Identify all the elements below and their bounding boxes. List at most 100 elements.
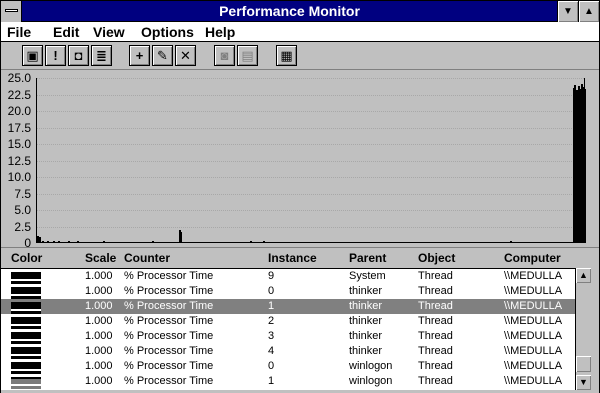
menu-file[interactable]: File (7, 24, 31, 40)
legend-scale: 1.000 (85, 375, 113, 387)
y-tick-label: 15.0 (7, 137, 31, 151)
legend-instance: 2 (268, 315, 275, 327)
legend-computer: \\MEDULLA (504, 315, 563, 327)
add-counter-button[interactable]: + (129, 45, 150, 66)
menu-options[interactable]: Options (141, 24, 194, 40)
log-view-button[interactable]: ◘ (68, 45, 89, 66)
legend-scale: 1.000 (85, 315, 113, 327)
legend-counter: % Processor Time (124, 330, 214, 342)
scroll-down-button[interactable]: ▼ (576, 375, 591, 390)
legend-color-swatch (11, 287, 41, 296)
legend-header-color: Color (11, 251, 43, 265)
gridline (37, 226, 584, 228)
log-view-icon: ◘ (74, 48, 83, 63)
legend-scrollbar[interactable]: ▲ ▼ (575, 268, 591, 390)
options-icon: ▦ (280, 48, 293, 63)
report-view-icon: ≣ (96, 48, 107, 63)
title-bar[interactable]: Performance Monitor ▼ ▲ (1, 1, 599, 22)
maximize-button[interactable]: ▲ (578, 1, 599, 22)
chart-view-icon: ▣ (26, 48, 39, 63)
legend-header-computer: Computer (504, 251, 561, 265)
legend-header-parent: Parent (349, 251, 387, 265)
chart-plot (36, 78, 587, 243)
legend-object: Thread (418, 375, 453, 387)
legend-row[interactable]: 1.000 % Processor Time 0 winlogon Thread \\ME… (1, 359, 575, 374)
legend-instance: 1 (268, 300, 275, 312)
update-now-button[interactable]: ◙ (214, 45, 235, 66)
legend-scale: 1.000 (85, 285, 113, 297)
minimize-button[interactable]: ▼ (557, 1, 578, 22)
chart-area: 25.0 22.5 20.0 17.5 15.0 12.5 10.0 7.5 5.0 2.5 0 (1, 70, 599, 249)
y-tick-label: 5.0 (14, 203, 31, 217)
alert-view-button[interactable]: ! (45, 45, 66, 66)
gridline (37, 127, 584, 129)
delete-counter-button[interactable]: ✕ (175, 45, 196, 66)
system-menu-icon (5, 9, 18, 12)
legend-row[interactable]: 1.000 % Processor Time 1 winlogon Thread \\ME… (1, 374, 575, 389)
menu-bar: File Edit View Options Help (1, 22, 599, 42)
legend-color-swatch (11, 302, 41, 311)
legend-color-swatch (11, 377, 41, 386)
gridline (37, 111, 584, 112)
alert-view-icon: ! (53, 48, 58, 63)
legend-instance: 9 (268, 270, 275, 282)
legend-row[interactable]: 1.000 % Processor Time 4 thinker Thread \\MED… (1, 344, 575, 359)
edit-counter-icon: ✎ (157, 48, 168, 63)
y-tick-label: 12.5 (7, 153, 31, 168)
report-view-button[interactable]: ≣ (91, 45, 112, 66)
y-tick-label: 25.0 (7, 71, 31, 85)
legend-counter: % Processor Time (124, 285, 214, 297)
legend-color-swatch (11, 317, 41, 326)
y-tick-label: 22.5 (7, 87, 31, 102)
legend-row[interactable]: 1.000 % Processor Time 2 thinker Thread \\MED… (1, 314, 575, 329)
legend-header-instance: Instance (268, 251, 317, 265)
menu-help[interactable]: Help (205, 24, 235, 40)
menu-edit[interactable]: Edit (53, 24, 79, 40)
menu-view[interactable]: View (93, 24, 125, 40)
legend-row[interactable]: 1.000 % Processor Time 3 thinker Thread \\MED… (1, 329, 575, 344)
gridline (37, 144, 584, 145)
scroll-up-button[interactable]: ▲ (576, 268, 591, 283)
legend-object: Thread (418, 330, 453, 342)
legend-parent: thinker (349, 300, 383, 312)
y-tick-label: 10.0 (7, 170, 31, 184)
toolbar: ▣ ! ◘ ≣ + ✎ ✕ ◙ ▤ ▦ (1, 42, 599, 70)
update-now-icon: ◙ (220, 48, 229, 63)
y-tick-label: 17.5 (7, 120, 31, 135)
legend-counter: % Processor Time (124, 375, 214, 387)
y-tick-label: 20.0 (7, 104, 31, 118)
legend-computer: \\MEDULLA (504, 375, 563, 387)
legend-header-counter: Counter (124, 251, 170, 265)
legend-object: Thread (418, 285, 453, 297)
legend-color-swatch (11, 347, 41, 356)
gridline (37, 94, 584, 96)
window-title: Performance Monitor (219, 3, 360, 19)
legend-computer: \\MEDULLA (504, 330, 563, 342)
options-button[interactable]: ▦ (276, 45, 297, 66)
delete-counter-icon: ✕ (180, 48, 191, 63)
legend-computer: \\MEDULLA (504, 285, 563, 297)
legend-parent: thinker (349, 315, 383, 327)
gridline (37, 160, 584, 162)
add-counter-icon: + (135, 48, 144, 63)
legend-row[interactable]: 1.000 % Processor Time 9 System Thread \\MEDU… (1, 269, 575, 284)
legend-computer: \\MEDULLA (504, 345, 563, 357)
legend-object: Thread (418, 270, 453, 282)
edit-counter-button[interactable]: ✎ (152, 45, 173, 66)
legend-instance: 3 (268, 330, 275, 342)
legend-parent: thinker (349, 285, 383, 297)
legend-list: 1.000 % Processor Time 9 System Thread \\MEDU… (1, 268, 575, 390)
chart-view-button[interactable]: ▣ (22, 45, 43, 66)
system-menu-button[interactable] (1, 1, 22, 22)
legend-object: Thread (418, 315, 453, 327)
legend-color-swatch (11, 362, 41, 371)
legend-computer: \\MEDULLA (504, 360, 563, 372)
legend-row[interactable]: 1.000 % Processor Time 0 thinker Thread \\MED… (1, 284, 575, 299)
scroll-thumb[interactable] (576, 356, 591, 372)
legend-row[interactable]: 1.000 % Processor Time 1 thinker Thread \\MED… (1, 299, 575, 314)
y-axis: 25.0 22.5 20.0 17.5 15.0 12.5 10.0 7.5 5.0 2.5 0 (1, 70, 35, 249)
chart-bar (584, 89, 587, 243)
legend-counter: % Processor Time (124, 345, 214, 357)
legend-instance: 4 (268, 345, 275, 357)
bookmark-button[interactable]: ▤ (237, 45, 258, 66)
